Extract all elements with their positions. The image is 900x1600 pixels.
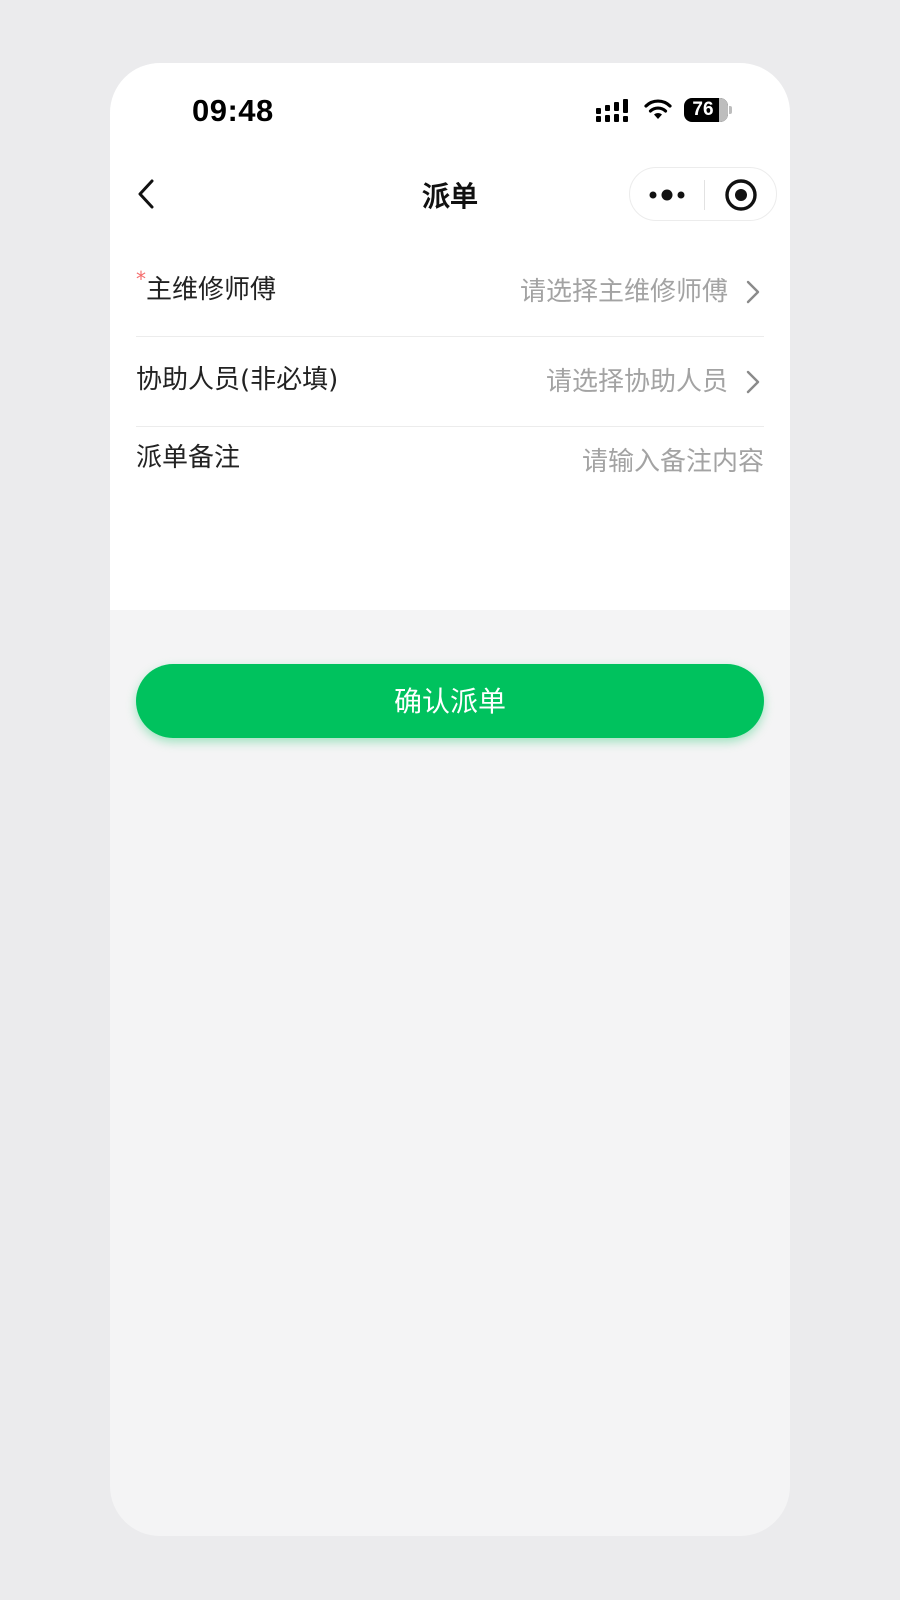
phone-screen: 09:48 76 派单 *主维修师傅 请选择主维修师傅 协助人员(非必填) 请选… [110, 63, 790, 1536]
chevron-right-icon [746, 280, 760, 304]
chevron-right-icon [746, 370, 760, 394]
main-technician-label: *主维修师傅 [136, 267, 277, 306]
main-technician-picker[interactable]: 请选择主维修师傅 [520, 271, 728, 308]
battery-icon: 76 [684, 98, 728, 122]
menu-capsule [629, 167, 777, 221]
main-technician-label-text: 主维修师傅 [146, 275, 277, 305]
signal-icon [596, 99, 628, 122]
status-icons: 76 [596, 97, 736, 125]
more-icon[interactable] [644, 176, 690, 214]
status-time: 09:48 [192, 93, 274, 128]
confirm-dispatch-button[interactable]: 确认派单 [136, 664, 764, 738]
capsule-divider [704, 180, 705, 210]
remark-input[interactable] [360, 435, 764, 591]
remark-label: 派单备注 [136, 443, 241, 473]
record-target-icon[interactable] [722, 176, 760, 214]
battery-cap [729, 106, 732, 114]
required-mark: * [136, 267, 146, 291]
wifi-icon [644, 99, 672, 119]
assistants-row[interactable]: 协助人员(非必填) 请选择协助人员 [136, 337, 764, 427]
battery-level: 76 [692, 99, 714, 120]
main-technician-row[interactable]: *主维修师傅 请选择主维修师傅 [136, 247, 764, 337]
assistants-label: 协助人员(非必填) [136, 365, 339, 395]
assistants-picker[interactable]: 请选择协助人员 [546, 361, 728, 398]
